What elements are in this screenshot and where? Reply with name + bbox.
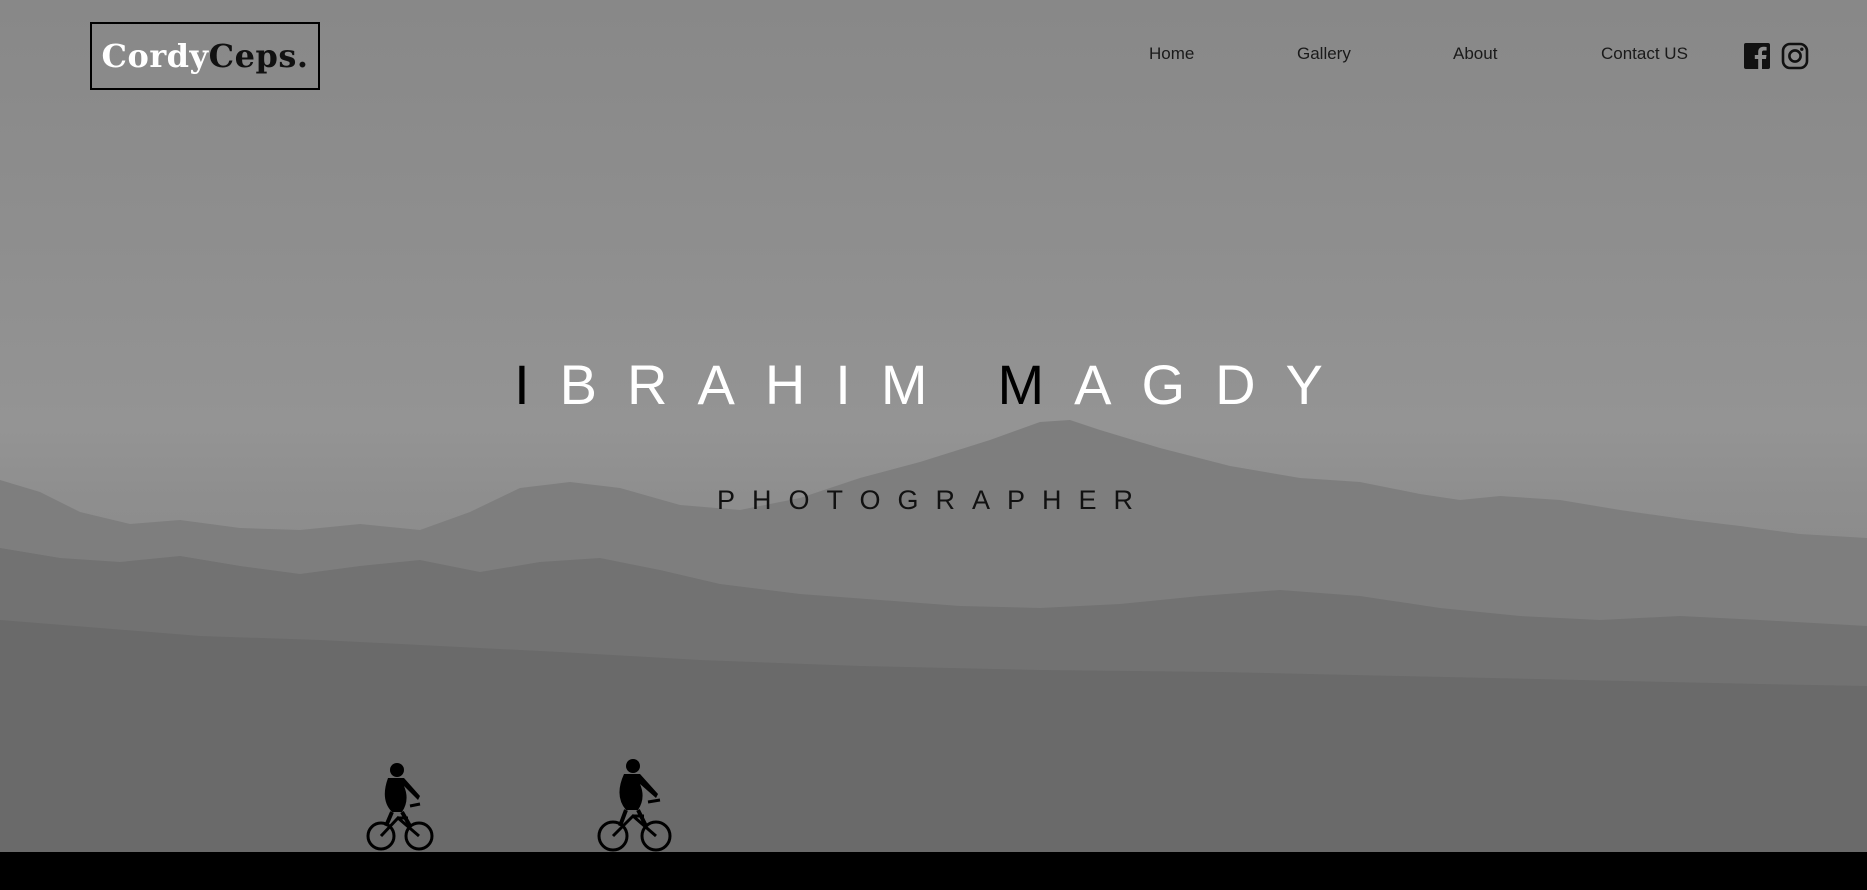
- facebook-icon[interactable]: [1743, 42, 1771, 70]
- hero-name-letter: Y: [1285, 353, 1353, 416]
- hero-name-letter: B: [559, 353, 628, 416]
- hero-name-letter: M: [880, 353, 958, 416]
- hero-name-letter: D: [1215, 353, 1286, 416]
- hero-name-letter: M: [997, 353, 1075, 416]
- hero-name-letter: H: [764, 353, 836, 416]
- ground: [0, 852, 1867, 890]
- hero-name-first: IBRAHIM: [514, 352, 957, 417]
- hero-name: IBRAHIM MAGDY: [0, 352, 1867, 422]
- hero-title: PHOTOGRAPHER: [716, 485, 1151, 515]
- hero-name-letter: I: [514, 353, 560, 416]
- hero-section: Cordy Ceps. Home Gallery About Contact US…: [0, 0, 1867, 890]
- hero-name-letter: A: [697, 353, 765, 416]
- nav-link-contact[interactable]: Contact US: [1601, 44, 1688, 64]
- landscape-image: [0, 420, 1867, 890]
- hero-name-letter: I: [835, 353, 881, 416]
- hero-name-letter: G: [1141, 353, 1216, 416]
- hero-name-letter: A: [1074, 353, 1142, 416]
- nav-link-home[interactable]: Home: [1149, 44, 1194, 64]
- nav-link-gallery[interactable]: Gallery: [1297, 44, 1351, 64]
- hero-name-letter: R: [627, 353, 698, 416]
- nav-link-about[interactable]: About: [1453, 44, 1497, 64]
- hero-name-last: MAGDY: [998, 352, 1353, 417]
- instagram-icon[interactable]: [1781, 42, 1809, 70]
- main-nav: Home Gallery About Contact US: [0, 44, 1867, 68]
